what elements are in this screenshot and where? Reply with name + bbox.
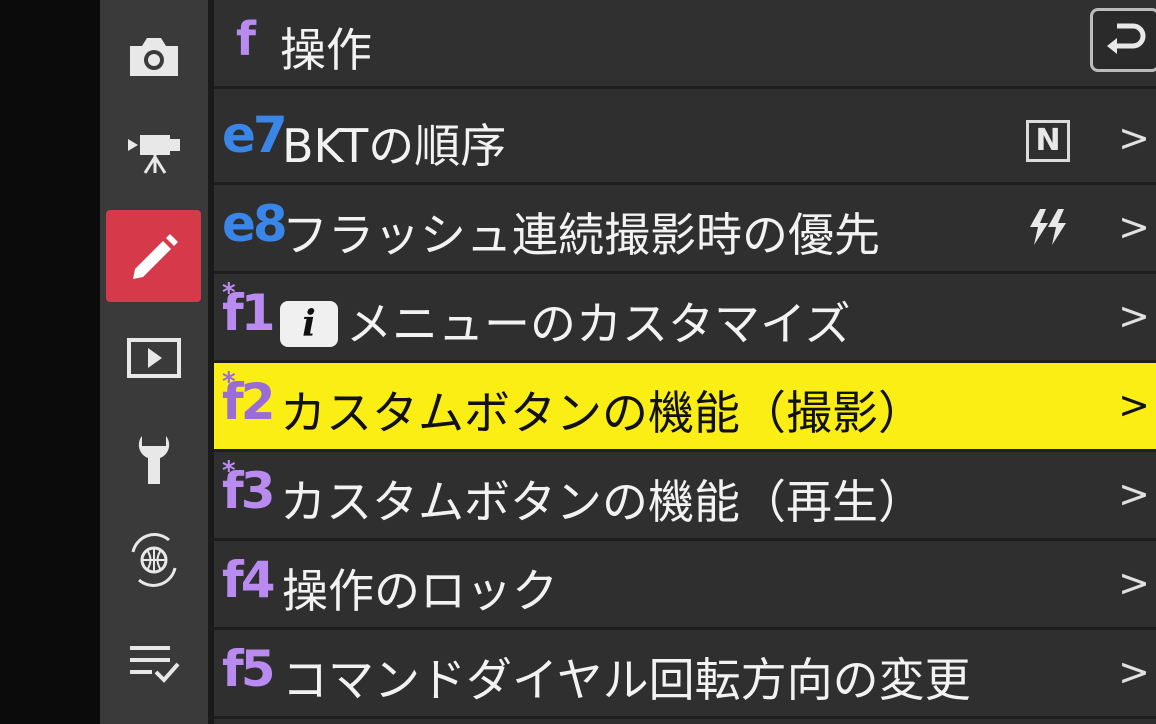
chevron-right-icon: > [1118, 472, 1150, 516]
chevron-right-icon: > [1118, 116, 1150, 160]
screen-bezel [0, 0, 100, 724]
menu-panel: f 操作 e7 BKTの順序 N > e8 フラッシュ連続撮影時の優先 > * … [214, 0, 1156, 724]
menu-item-e8[interactable]: e8 フラッシュ連続撮影時の優先 > [214, 185, 1156, 274]
sidebar-item-photo-shooting[interactable] [106, 10, 201, 102]
network-icon [125, 532, 183, 588]
my-menu-icon [126, 640, 182, 684]
menu-item-f3[interactable]: * f3 カスタムボタンの機能（再生） > [214, 452, 1156, 541]
menu-item-e7[interactable]: e7 BKTの順序 N > [214, 96, 1156, 185]
menu-list: e7 BKTの順序 N > e8 フラッシュ連続撮影時の優先 > * f1 i … [214, 96, 1156, 719]
wrench-icon [134, 432, 174, 488]
item-label-wrap: i メニューのカスタマイズ [280, 288, 851, 354]
chevron-right-icon: > [1118, 561, 1150, 605]
sidebar-item-network[interactable] [106, 514, 201, 606]
sidebar-item-custom-settings[interactable] [106, 210, 201, 302]
return-icon [1103, 18, 1147, 62]
flash-burst-icon [1026, 207, 1070, 256]
menu-item-f1[interactable]: * f1 i メニューのカスタマイズ > [214, 274, 1156, 363]
back-button[interactable] [1090, 8, 1156, 72]
header-code: f [236, 12, 257, 66]
movie-camera-icon [126, 129, 182, 175]
sidebar-item-playback[interactable] [106, 312, 201, 404]
chevron-right-icon: > [1118, 294, 1150, 338]
chevron-right-icon: > [1118, 650, 1150, 694]
sidebar-item-movie-shooting[interactable] [106, 106, 201, 198]
item-label: フラッシュ連続撮影時の優先 [282, 208, 880, 262]
i-menu-icon: i [280, 301, 338, 347]
item-value: N [1026, 120, 1070, 162]
playback-icon [126, 337, 182, 379]
item-label: メニューのカスタマイズ [346, 297, 851, 351]
chevron-right-icon: > [1118, 205, 1150, 249]
pencil-icon [127, 229, 181, 283]
menu-header: f 操作 [214, 0, 1156, 89]
page-title: 操作 [280, 23, 372, 77]
item-label: コマンドダイヤル回転方向の変更 [282, 653, 971, 707]
menu-item-f5[interactable]: f5 コマンドダイヤル回転方向の変更 > [214, 630, 1156, 719]
chevron-right-icon: > [1118, 383, 1150, 427]
item-label: 操作のロック [282, 564, 558, 618]
item-code: e7 [222, 106, 288, 164]
camera-icon [126, 34, 182, 78]
menu-item-f2[interactable]: * f2 カスタムボタンの機能（撮影） > [214, 363, 1156, 452]
item-code: f4 [222, 551, 276, 609]
item-code: e8 [222, 195, 288, 253]
item-label: BKTの順序 [282, 119, 507, 173]
item-code: f1 [222, 284, 276, 342]
item-label: カスタムボタンの機能（撮影） [280, 386, 924, 440]
menu-item-f4[interactable]: f4 操作のロック > [214, 541, 1156, 630]
sidebar-item-my-menu[interactable] [106, 616, 201, 708]
item-code: f2 [222, 373, 276, 431]
item-code: f3 [222, 462, 276, 520]
sidebar-item-setup[interactable] [106, 414, 201, 506]
item-code: f5 [222, 640, 276, 698]
n-bracket-icon: N [1026, 118, 1070, 162]
menu-sidebar [100, 0, 208, 724]
item-label: カスタムボタンの機能（再生） [280, 475, 924, 529]
camera-menu-screen: f 操作 e7 BKTの順序 N > e8 フラッシュ連続撮影時の優先 > * … [0, 0, 1156, 724]
